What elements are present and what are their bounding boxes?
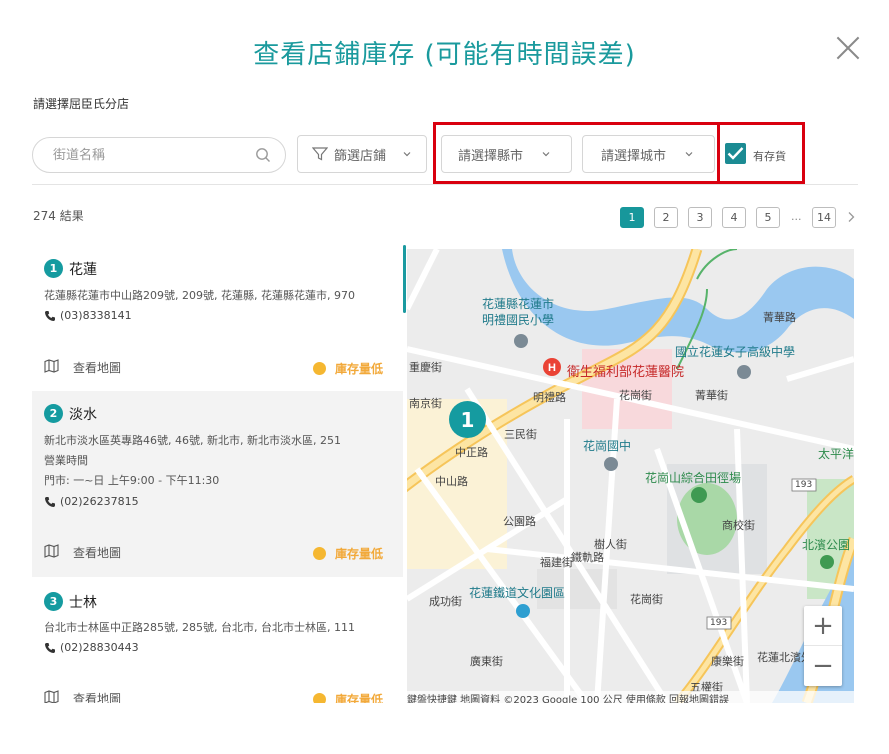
map-label-school2: 國立花蓮女子高級中學 bbox=[675, 345, 796, 359]
map-label-road: 中正路 bbox=[455, 446, 488, 459]
map-icon bbox=[44, 359, 59, 373]
street-search-box bbox=[32, 137, 286, 173]
map-label-route: 193 bbox=[710, 618, 728, 628]
store-number-badge: 3 bbox=[44, 592, 63, 611]
phone-icon bbox=[45, 311, 55, 321]
results-count: 274 結果 bbox=[33, 209, 84, 223]
list-scrollbar[interactable] bbox=[403, 245, 406, 313]
map-label-park: 花蓮鐵道文化園區 bbox=[469, 586, 566, 600]
check-icon bbox=[727, 147, 744, 160]
zoom-out-button[interactable]: − bbox=[804, 646, 842, 686]
store-hours: 門市: 一~日 上午9:00 - 下午11:30 bbox=[44, 474, 220, 487]
map-label-road: 康樂街 bbox=[711, 655, 744, 668]
phone-icon bbox=[45, 497, 55, 507]
in-stock-checkbox[interactable] bbox=[725, 143, 746, 164]
map-label-road: 商校街 bbox=[722, 519, 755, 532]
map-label-school1b: 明禮國民小學 bbox=[482, 313, 555, 327]
stock-status: 庫存量低 bbox=[335, 362, 384, 376]
map-label-road: 廣東街 bbox=[470, 655, 503, 668]
stock-status: 庫存量低 bbox=[335, 693, 384, 703]
chevron-right-icon[interactable] bbox=[846, 211, 856, 223]
map-label-road: 花崗街 bbox=[630, 593, 663, 606]
map-label-road: 成功街 bbox=[429, 595, 462, 608]
page-14-button[interactable]: 14 bbox=[812, 207, 836, 228]
store-number-badge: 1 bbox=[44, 259, 63, 278]
view-map-link[interactable]: 查看地圖 bbox=[73, 544, 121, 561]
map-label-road: 菁華路 bbox=[763, 311, 796, 324]
modal-subtitle: 請選擇屈臣氏分店 bbox=[33, 97, 130, 111]
store-name: 淡水 bbox=[69, 407, 97, 423]
view-map-link[interactable]: 查看地圖 bbox=[73, 359, 121, 376]
pagination-ellipsis: ... bbox=[791, 210, 802, 223]
map-label-road: 福建街 bbox=[540, 556, 573, 569]
stock-status-dot bbox=[313, 693, 326, 703]
store-item[interactable]: 1 花蓮 花蓮縣花蓮市中山路209號, 209號, 花蓮縣, 花蓮縣花蓮市, 9… bbox=[32, 245, 403, 391]
in-stock-label: 有存貨 bbox=[753, 150, 786, 163]
store-name: 士林 bbox=[69, 595, 97, 611]
store-address: 台北市士林區中正路285號, 285號, 台北市, 台北市士林區, 111 bbox=[44, 621, 355, 634]
store-inventory-modal: 查看店鋪庫存 (可能有時間誤差) 請選擇屈臣氏分店 篩選店鋪 請選擇縣市 請選擇… bbox=[0, 0, 889, 754]
filter-store-button[interactable]: 篩選店鋪 bbox=[297, 135, 427, 173]
filter-store-label: 篩選店鋪 bbox=[334, 148, 387, 164]
store-address: 花蓮縣花蓮市中山路209號, 209號, 花蓮縣, 花蓮縣花蓮市, 970 bbox=[44, 289, 355, 302]
map-label-school3: 花崗國中 bbox=[583, 439, 632, 453]
modal-title: 查看店鋪庫存 (可能有時間誤差) bbox=[253, 40, 636, 70]
map-label-beipin: 北濱公園 bbox=[802, 538, 851, 552]
map-label-road: 公園路 bbox=[503, 515, 536, 528]
store-address: 新北市淡水區英專路46號, 46號, 新北市, 新北市淡水區, 251 bbox=[44, 434, 341, 447]
chevron-down-icon bbox=[403, 152, 411, 157]
svg-text:H: H bbox=[548, 362, 556, 374]
store-name: 花蓮 bbox=[69, 262, 97, 278]
map-label-pacific: 太平洋公 bbox=[818, 447, 854, 461]
page-5-button[interactable]: 5 bbox=[756, 207, 780, 228]
store-phone: (02)28830443 bbox=[60, 641, 139, 654]
store-phone: (03)8338141 bbox=[60, 309, 132, 322]
map-zoom-control: + − bbox=[804, 606, 842, 686]
map-label-road: 中山路 bbox=[435, 475, 468, 488]
map-attribution: 鍵盤快捷鍵 地圖資料 ©2023 Google 100 公尺 使用條款 回報地圖… bbox=[407, 691, 854, 703]
page-1-button[interactable]: 1 bbox=[620, 207, 644, 228]
map-label-road: 明禮路 bbox=[533, 391, 566, 404]
store-list: 1 花蓮 花蓮縣花蓮市中山路209號, 209號, 花蓮縣, 花蓮縣花蓮市, 9… bbox=[32, 245, 407, 703]
map-label-route: 193 bbox=[795, 480, 813, 490]
map-label-road: 鐵軌路 bbox=[571, 551, 604, 564]
street-search-input[interactable] bbox=[53, 146, 253, 164]
map-label-road: 南京街 bbox=[409, 397, 442, 410]
store-item[interactable]: 3 士林 台北市士林區中正路285號, 285號, 台北市, 台北市士林區, 1… bbox=[32, 577, 403, 703]
store-map[interactable]: H 花蓮縣花蓮市 明禮國民小學 國立花蓮女子高級中學 衛生福利部花蓮醫院 花崗國… bbox=[407, 249, 854, 703]
phone-icon bbox=[45, 643, 55, 653]
map-label-road: 花崗街 bbox=[619, 389, 652, 402]
page-3-button[interactable]: 3 bbox=[688, 207, 712, 228]
page-2-button[interactable]: 2 bbox=[654, 207, 678, 228]
divider bbox=[32, 184, 858, 185]
map-label-hospital: 衛生福利部花蓮醫院 bbox=[567, 365, 685, 380]
map-label-road: 三民街 bbox=[504, 428, 537, 441]
store-map-marker[interactable]: 1 bbox=[449, 401, 486, 438]
map-label-stadium: 花崗山綜合田徑場 bbox=[645, 471, 742, 485]
map-label-road: 重慶街 bbox=[409, 361, 442, 374]
stock-status-dot bbox=[313, 547, 326, 560]
store-number-badge: 2 bbox=[44, 404, 63, 423]
store-item[interactable]: 2 淡水 新北市淡水區英專路46號, 46號, 新北市, 新北市淡水區, 251… bbox=[32, 391, 403, 577]
stock-status-dot bbox=[313, 362, 326, 375]
map-label-road: 菁華街 bbox=[695, 389, 728, 402]
stock-status: 庫存量低 bbox=[335, 547, 384, 561]
highlight-box-location bbox=[433, 122, 720, 184]
store-hours-title: 營業時間 bbox=[44, 454, 88, 467]
filter-icon bbox=[312, 147, 328, 161]
map-icon bbox=[44, 544, 59, 558]
store-phone: (02)26237815 bbox=[60, 495, 139, 508]
zoom-in-button[interactable]: + bbox=[804, 606, 842, 646]
map-icon bbox=[44, 690, 59, 703]
view-map-link[interactable]: 查看地圖 bbox=[73, 690, 121, 703]
page-4-button[interactable]: 4 bbox=[722, 207, 746, 228]
search-icon[interactable] bbox=[255, 147, 271, 163]
map-label-school1a: 花蓮縣花蓮市 bbox=[482, 297, 555, 311]
close-icon[interactable] bbox=[834, 34, 862, 62]
